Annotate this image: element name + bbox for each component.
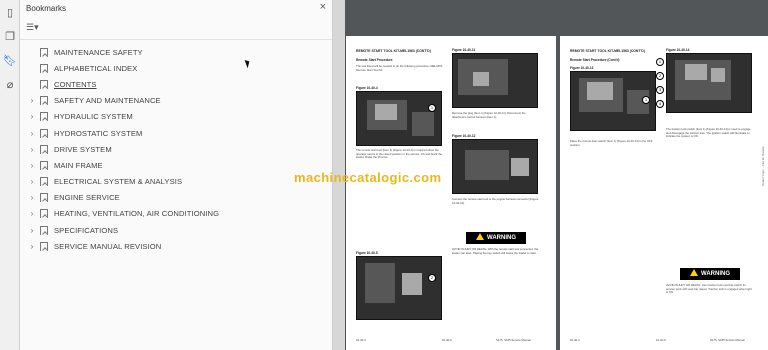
bookmark-icon[interactable]: 🔖︎: [3, 54, 17, 68]
page-footer-mid: 10-40-6: [442, 338, 452, 342]
figure-caption: Figure 10-40-5: [356, 251, 378, 255]
bookmark-item[interactable]: › SPECIFICATIONS: [20, 222, 332, 238]
bookmark-icon: [40, 63, 48, 73]
callout-marker: 1: [642, 96, 650, 104]
bookmark-label: HEATING, VENTILATION, AIR CONDITIONING: [54, 209, 220, 219]
bookmark-label: MAINTENANCE SAFETY: [54, 47, 143, 57]
warning-label: WARNING: [487, 235, 516, 241]
chevron-right-icon[interactable]: ›: [26, 193, 38, 202]
bookmark-item[interactable]: › DRIVE SYSTEM: [20, 141, 332, 157]
figure-caption: Figure 10-40-13: [570, 66, 594, 70]
bookmark-item[interactable]: › SAFETY AND MAINTENANCE: [20, 93, 332, 109]
bookmark-icon: [40, 177, 48, 187]
bookmark-icon: [40, 79, 48, 89]
bookmark-label: ENGINE SERVICE: [54, 193, 120, 203]
page-header: REMOTE START TOOL KIT-MEL1563 (CONT'D): [356, 49, 431, 53]
section-subhead: Remote Start Procedure (Cont'd): [570, 58, 620, 62]
bookmark-item[interactable]: › SERVICE MANUAL REVISION: [20, 238, 332, 254]
bookmark-icon: [40, 225, 48, 235]
warning-label: WARNING: [701, 271, 730, 277]
bookmarks-panel: Bookmarks × ☰▾ MAINTENANCE SAFETY ALPHABE…: [20, 0, 333, 350]
warning-banner: WARNING: [680, 268, 740, 280]
bookmark-icon: [40, 47, 48, 57]
callout-marker: 3: [656, 86, 664, 94]
figure-photo: [666, 53, 752, 113]
figure-photo: [356, 91, 442, 146]
bookmark-label: ELECTRICAL SYSTEM & ANALYSIS: [54, 177, 183, 187]
bookmark-icon: [40, 112, 48, 122]
chevron-right-icon[interactable]: ›: [26, 161, 38, 170]
section-subhead: Remote Start Procedure: [356, 58, 393, 62]
bookmark-label: SPECIFICATIONS: [54, 225, 119, 235]
bookmark-item[interactable]: › ELECTRICAL SYSTEM & ANALYSIS: [20, 174, 332, 190]
bookmark-label: ALPHABETICAL INDEX: [54, 63, 138, 73]
panel-title: Bookmarks: [26, 4, 67, 13]
callout-marker: 4: [656, 100, 664, 108]
attachment-icon[interactable]: ⌀: [3, 78, 17, 92]
chevron-right-icon[interactable]: ›: [26, 112, 38, 121]
bookmark-label: MAIN FRAME: [54, 160, 103, 170]
bookmark-item[interactable]: ALPHABETICAL INDEX: [20, 60, 332, 76]
figure-caption: Figure 10-40-11: [452, 48, 476, 52]
bookmark-label: CONTENTS: [54, 79, 97, 89]
options-menu-icon[interactable]: ☰▾: [26, 22, 46, 36]
bookmark-item[interactable]: › HYDROSTATIC SYSTEM: [20, 125, 332, 141]
figure-caption: Figure 10-40-14: [666, 48, 690, 52]
side-text: Dealer Copy -- Not for Resale: [761, 146, 765, 186]
side-toolstrip: ▯ ❐ 🔖︎ ⌀: [0, 0, 20, 350]
bookmark-icon: [40, 128, 48, 138]
chevron-right-icon[interactable]: ›: [26, 96, 38, 105]
bookmark-item[interactable]: › HEATING, VENTILATION, AIR CONDITIONING: [20, 206, 332, 222]
bookmark-item[interactable]: › MAIN FRAME: [20, 157, 332, 173]
warning-banner: WARNING: [466, 232, 526, 244]
panel-toolbar: ☰▾: [20, 18, 332, 40]
callout-marker: 2: [656, 72, 664, 80]
document-page-right: REMOTE START TOOL KIT-MEL1563 (CONT'D) R…: [560, 36, 768, 350]
page-header: REMOTE START TOOL KIT-MEL1563 (CONT'D): [570, 49, 645, 53]
figure-caption: Figure 10-40-12: [452, 134, 476, 138]
bookmark-icon: [40, 160, 48, 170]
figure-photo: [452, 139, 538, 194]
figure-photo: [452, 53, 538, 108]
page-footer-right: S175, S185 Service Manual: [496, 338, 531, 342]
chevron-right-icon[interactable]: ›: [26, 226, 38, 235]
bookmark-label: HYDRAULIC SYSTEM: [54, 112, 133, 122]
callout-marker: 1: [656, 58, 664, 66]
bookmark-icon: [40, 193, 48, 203]
close-icon[interactable]: ×: [320, 1, 326, 13]
page-footer-left: 10-40-3: [356, 338, 366, 342]
bookmark-item[interactable]: › ENGINE SERVICE: [20, 190, 332, 206]
figure-caption: Figure 10-40-4: [356, 86, 378, 90]
bookmark-icon: [40, 241, 48, 251]
page-footer-left: 10-40-3: [570, 338, 580, 342]
bookmark-item[interactable]: CONTENTS: [20, 76, 332, 92]
chevron-right-icon[interactable]: ›: [26, 129, 38, 138]
bookmark-item[interactable]: MAINTENANCE SAFETY: [20, 44, 332, 60]
figure-photo: [356, 256, 442, 320]
watermark: machinecatalogic.com: [294, 170, 442, 185]
bookmark-icon: [40, 96, 48, 106]
bookmark-list: MAINTENANCE SAFETY ALPHABETICAL INDEX CONT…: [20, 44, 332, 254]
bookmark-label: DRIVE SYSTEM: [54, 144, 112, 154]
chevron-right-icon[interactable]: ›: [26, 209, 38, 218]
callout-marker: 1: [428, 104, 436, 112]
callout-marker: 2: [428, 274, 436, 282]
bookmark-icon: [40, 209, 48, 219]
page-footer-mid: 10-40-6: [656, 338, 666, 342]
chevron-right-icon[interactable]: ›: [26, 242, 38, 251]
bookmark-label: HYDROSTATIC SYSTEM: [54, 128, 143, 138]
chevron-right-icon[interactable]: ›: [26, 177, 38, 186]
pages-icon[interactable]: ▯: [3, 6, 17, 20]
copy-icon[interactable]: ❐: [3, 30, 17, 44]
bookmark-label: SAFETY AND MAINTENANCE: [54, 96, 161, 106]
page-footer-right: S175, S185 Service Manual: [710, 338, 745, 342]
document-page-left: REMOTE START TOOL KIT-MEL1563 (CONT'D) R…: [346, 36, 556, 350]
chevron-right-icon[interactable]: ›: [26, 145, 38, 154]
bookmark-item[interactable]: › HYDRAULIC SYSTEM: [20, 109, 332, 125]
bookmark-icon: [40, 144, 48, 154]
bookmark-label: SERVICE MANUAL REVISION: [54, 241, 162, 251]
